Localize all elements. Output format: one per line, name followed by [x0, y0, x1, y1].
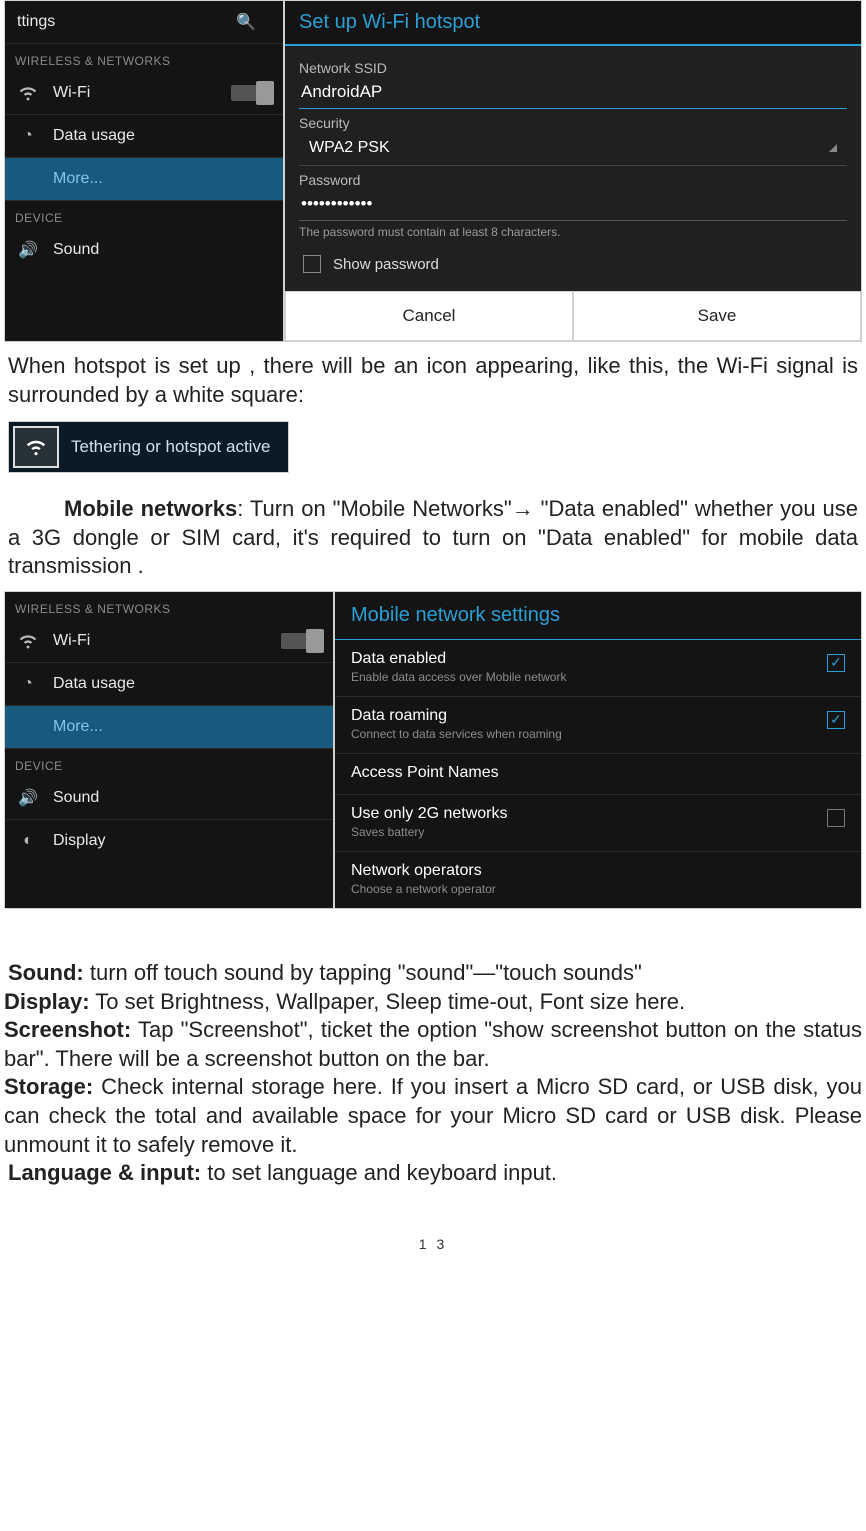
display-label: Display — [53, 832, 105, 850]
wifi-icon — [17, 630, 39, 652]
network-operators-label: Network operators — [351, 862, 496, 880]
hotspot-notification: Tethering or hotspot active — [8, 421, 289, 473]
security-label: Security — [299, 115, 847, 131]
language-bold: Language & input: — [8, 1160, 201, 1185]
sound-label-2: Sound — [53, 789, 99, 807]
password-help-text: The password must contain at least 8 cha… — [299, 221, 847, 249]
titlebar: ttings 🔍 — [5, 1, 283, 44]
storage-paragraph: Storage: Check internal storage here. If… — [4, 1073, 862, 1159]
data-roaming-label: Data roaming — [351, 707, 562, 725]
display-bold: Display: — [4, 989, 90, 1014]
show-password-row[interactable]: Show password — [299, 249, 847, 283]
use-2g-checkbox[interactable]: ✓ — [827, 809, 845, 827]
mobile-network-settings: Mobile network settings Data enabled Ena… — [334, 591, 862, 909]
sound-text: turn off touch sound by tapping "sound"—… — [84, 960, 642, 985]
show-password-checkbox[interactable] — [303, 255, 321, 273]
search-icon[interactable]: 🔍 — [235, 11, 257, 33]
storage-text: Check internal storage here. If you inse… — [4, 1074, 862, 1156]
use-2g-row[interactable]: Use only 2G networks Saves battery ✓ — [335, 795, 861, 852]
ssid-label: Network SSID — [299, 60, 847, 76]
blank-icon — [17, 168, 39, 190]
password-input[interactable] — [299, 188, 847, 221]
hotspot-dialog: Set up Wi-Fi hotspot Network SSID Securi… — [284, 0, 862, 342]
wifi-row-2[interactable]: Wi-Fi — [5, 620, 333, 663]
storage-bold: Storage: — [4, 1074, 93, 1099]
sound-row-2[interactable]: 🔊 Sound — [5, 777, 333, 820]
wifi-label-2: Wi-Fi — [53, 632, 90, 650]
dialog-title: Set up Wi-Fi hotspot — [285, 1, 861, 46]
body-paragraph-2: Mobile networks: Turn on "Mobile Network… — [8, 495, 858, 581]
security-select[interactable]: WPA2 PSK — [299, 131, 847, 166]
sound-row[interactable]: 🔊 Sound — [5, 229, 283, 271]
language-paragraph: Language & input: to set language and ke… — [8, 1159, 858, 1188]
language-text: to set language and keyboard input. — [201, 1160, 557, 1185]
sound-icon: 🔊 — [17, 239, 39, 261]
display-row[interactable]: ◐ Display — [5, 820, 333, 862]
use-2g-label: Use only 2G networks — [351, 805, 508, 823]
hotspot-icon — [13, 426, 59, 468]
data-usage-label-2: Data usage — [53, 675, 135, 693]
apn-label: Access Point Names — [351, 764, 499, 782]
display-icon: ◐ — [17, 830, 39, 852]
screenshot-paragraph: Screenshot: Tap "Screenshot", ticket the… — [4, 1016, 862, 1073]
data-usage-label: Data usage — [53, 127, 135, 145]
use-2g-sub: Saves battery — [351, 825, 508, 839]
sound-label: Sound — [53, 241, 99, 259]
apn-row[interactable]: Access Point Names — [335, 754, 861, 795]
title-fragment: ttings — [17, 13, 55, 31]
network-operators-sub: Choose a network operator — [351, 882, 496, 896]
more-row-2[interactable]: More... — [5, 706, 333, 749]
data-roaming-row[interactable]: Data roaming Connect to data services wh… — [335, 697, 861, 754]
save-button[interactable]: Save — [573, 291, 861, 341]
data-enabled-row[interactable]: Data enabled Enable data access over Mob… — [335, 640, 861, 697]
settings-panel-left: ttings 🔍 WIRELESS & NETWORKS Wi-Fi ◔ Dat… — [4, 0, 284, 342]
data-roaming-checkbox[interactable]: ✓ — [827, 711, 845, 729]
password-label: Password — [299, 172, 847, 188]
display-paragraph: Display: To set Brightness, Wallpaper, S… — [4, 988, 862, 1017]
section-header-wireless-2: WIRELESS & NETWORKS — [5, 592, 333, 620]
section-header-device: DEVICE — [5, 201, 283, 229]
wifi-row[interactable]: Wi-Fi — [5, 72, 283, 115]
security-value: WPA2 PSK — [309, 139, 390, 157]
data-enabled-checkbox[interactable]: ✓ — [827, 654, 845, 672]
more-row[interactable]: More... — [5, 158, 283, 201]
sound-bold: Sound: — [8, 960, 84, 985]
data-usage-icon: ◔ — [17, 673, 39, 695]
screenshot-bold: Screenshot: — [4, 1017, 131, 1042]
data-enabled-label: Data enabled — [351, 650, 566, 668]
mns-title: Mobile network settings — [335, 592, 861, 640]
wifi-toggle-2[interactable] — [281, 633, 321, 649]
data-usage-icon: ◔ — [17, 125, 39, 147]
display-text: To set Brightness, Wallpaper, Sleep time… — [90, 989, 686, 1014]
data-roaming-sub: Connect to data services when roaming — [351, 727, 562, 741]
page-number: 1 3 — [4, 1236, 862, 1252]
notification-text: Tethering or hotspot active — [63, 437, 288, 457]
wifi-icon — [17, 82, 39, 104]
sound-icon: 🔊 — [17, 787, 39, 809]
more-label: More... — [53, 170, 103, 188]
more-label-2: More... — [53, 718, 103, 736]
network-operators-row[interactable]: Network operators Choose a network opera… — [335, 852, 861, 908]
blank-icon — [17, 716, 39, 738]
data-usage-row[interactable]: ◔ Data usage — [5, 115, 283, 158]
ssid-input[interactable] — [299, 76, 847, 109]
screenshot-text: Tap "Screenshot", ticket the option "sho… — [4, 1017, 862, 1071]
body-paragraph-1: When hotspot is set up , there will be a… — [8, 352, 858, 409]
wifi-toggle[interactable] — [231, 85, 271, 101]
dropdown-icon — [829, 144, 837, 152]
settings-panel-left-2: WIRELESS & NETWORKS Wi-Fi ◔ Data usage M… — [4, 591, 334, 909]
cancel-button[interactable]: Cancel — [285, 291, 573, 341]
wifi-label: Wi-Fi — [53, 84, 90, 102]
sound-paragraph: Sound: turn off touch sound by tapping "… — [8, 959, 858, 988]
data-enabled-sub: Enable data access over Mobile network — [351, 670, 566, 684]
show-password-label: Show password — [333, 256, 439, 273]
section-header-wireless: WIRELESS & NETWORKS — [5, 44, 283, 72]
mobile-networks-bold: Mobile networks — [64, 496, 237, 521]
data-usage-row-2[interactable]: ◔ Data usage — [5, 663, 333, 706]
section-header-device-2: DEVICE — [5, 749, 333, 777]
